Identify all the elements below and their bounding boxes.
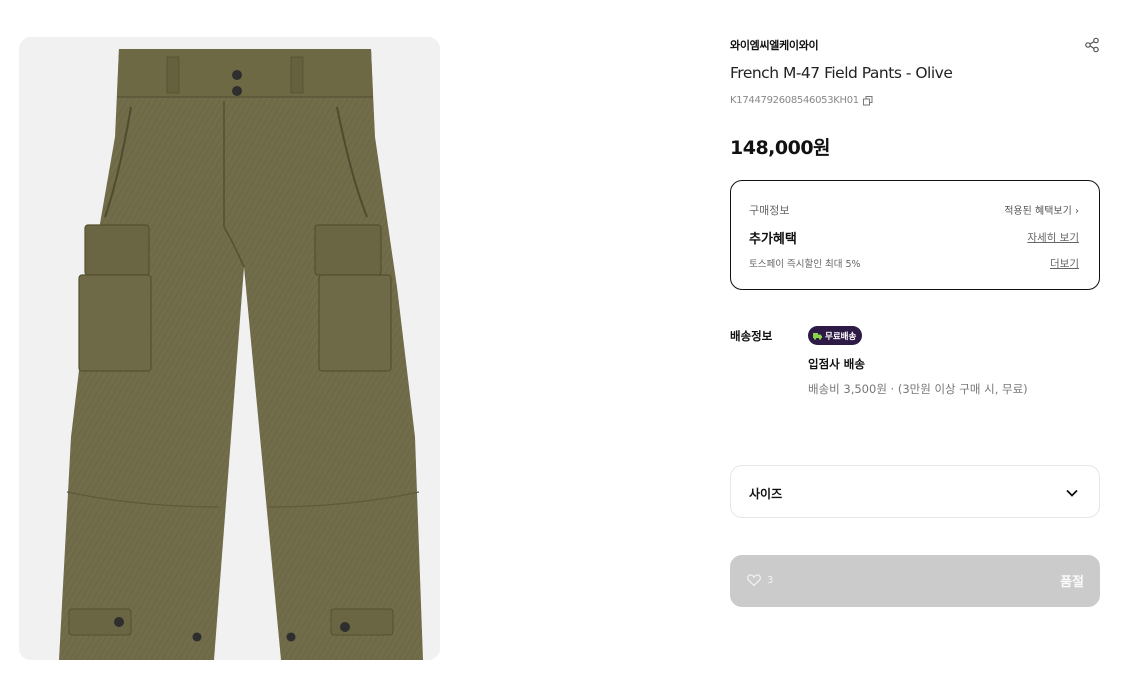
copy-icon[interactable] (862, 95, 873, 106)
tosspay-discount-text: 토스페이 즉시할인 최대 5% (749, 259, 861, 270)
purchase-info-box: 구매정보 적용된 혜택보기 › 추가혜택 자세히 보기 토스페이 즉시할인 최대… (730, 180, 1100, 290)
product-price: 148,000원 (730, 137, 831, 159)
size-select-label: 사이즈 (749, 487, 783, 501)
benefit-more-link[interactable]: 더보기 (1050, 256, 1079, 271)
extra-benefits-title: 추가혜택 (749, 232, 797, 247)
purchase-info-label: 구매정보 (749, 204, 790, 217)
heart-icon (747, 574, 761, 587)
product-code: K1744792608546053KH01 (730, 95, 859, 106)
chevron-down-icon (1066, 489, 1078, 497)
truck-icon (813, 333, 822, 340)
product-info: 와이엠씨엘케이와이 French M-47 Field Pants - Oliv… (730, 0, 1100, 678)
wishlist-count: 3 (767, 574, 774, 586)
olive-cargo-pants-photo (19, 37, 440, 660)
product-image (19, 37, 440, 660)
shipping-label: 배송정보 (730, 329, 773, 343)
share-icon[interactable] (1084, 37, 1100, 53)
soldout-label: 품절 (1060, 575, 1084, 590)
free-shipping-badge: 무료배송 (808, 326, 863, 345)
product-title: French M-47 Field Pants - Olive (730, 64, 953, 82)
shipping-fee: 배송비 3,500원 · (3만원 이상 구매 시, 무료) (808, 382, 1028, 396)
size-select[interactable]: 사이즈 (730, 465, 1100, 518)
shipping-method: 입점사 배송 (808, 357, 865, 371)
applied-benefits-link[interactable]: 적용된 혜택보기 › (1004, 202, 1079, 217)
wishlist-button[interactable]: 3 (747, 573, 773, 587)
brand-name[interactable]: 와이엠씨엘케이와이 (730, 37, 819, 53)
soldout-buy-bar: 3 품절 (730, 555, 1100, 607)
free-shipping-text: 무료배송 (825, 331, 857, 342)
product-code-row: K1744792608546053KH01 (730, 95, 873, 106)
benefit-detail-link[interactable]: 자세히 보기 (1027, 230, 1079, 245)
